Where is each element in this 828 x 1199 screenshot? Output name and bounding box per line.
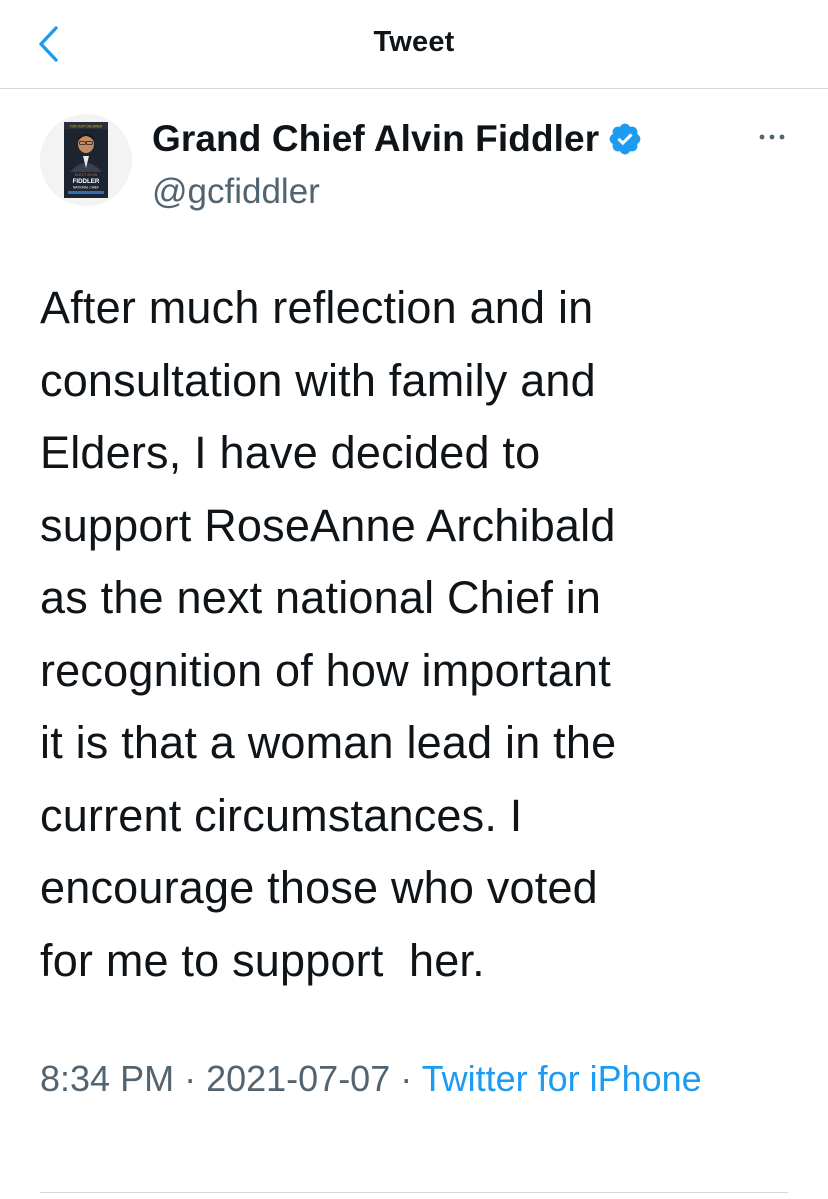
avatar-image: FOR OUR CHILDREN ELECT ALVIN FIDDLER NAT… <box>40 114 132 206</box>
tweet-detail-page: Tweet FOR OUR CHILDREN ELECT ALVIN FIDDL… <box>0 0 828 1199</box>
page-title: Tweet <box>373 26 455 58</box>
avatar-line1-text: ELECT ALVIN <box>75 173 98 177</box>
tweet-time[interactable]: 8:34 PM <box>40 1058 174 1099</box>
top-nav-bar: Tweet <box>0 0 828 89</box>
avatar-line3-text: NATIONAL CHIEF <box>73 186 99 190</box>
tweet-source-link[interactable]: Twitter for iPhone <box>422 1058 702 1099</box>
tweet-author: FOR OUR CHILDREN ELECT ALVIN FIDDLER NAT… <box>40 112 800 212</box>
meta-separator: · <box>390 1058 422 1099</box>
verified-badge-icon <box>607 121 643 157</box>
author-display-name[interactable]: Grand Chief Alvin Fiddler <box>152 118 599 160</box>
tweet-text: After much reflection and in consultatio… <box>40 282 617 986</box>
more-options-button[interactable] <box>752 122 792 152</box>
avatar-top-text: FOR OUR CHILDREN <box>70 125 103 129</box>
author-handle[interactable]: @gcfiddler <box>152 172 320 212</box>
tweet-date[interactable]: 2021-07-07 <box>206 1058 390 1099</box>
meta-separator: · <box>174 1058 207 1099</box>
divider <box>40 1192 788 1193</box>
avatar-line2-text: FIDDLER <box>73 178 100 185</box>
tweet-meta: 8:34 PM · 2021-07-07 · Twitter for iPhon… <box>40 1052 760 1106</box>
avatar[interactable]: FOR OUR CHILDREN ELECT ALVIN FIDDLER NAT… <box>40 114 132 206</box>
display-name-row: Grand Chief Alvin Fiddler <box>152 118 643 160</box>
ellipsis-icon <box>759 134 785 140</box>
